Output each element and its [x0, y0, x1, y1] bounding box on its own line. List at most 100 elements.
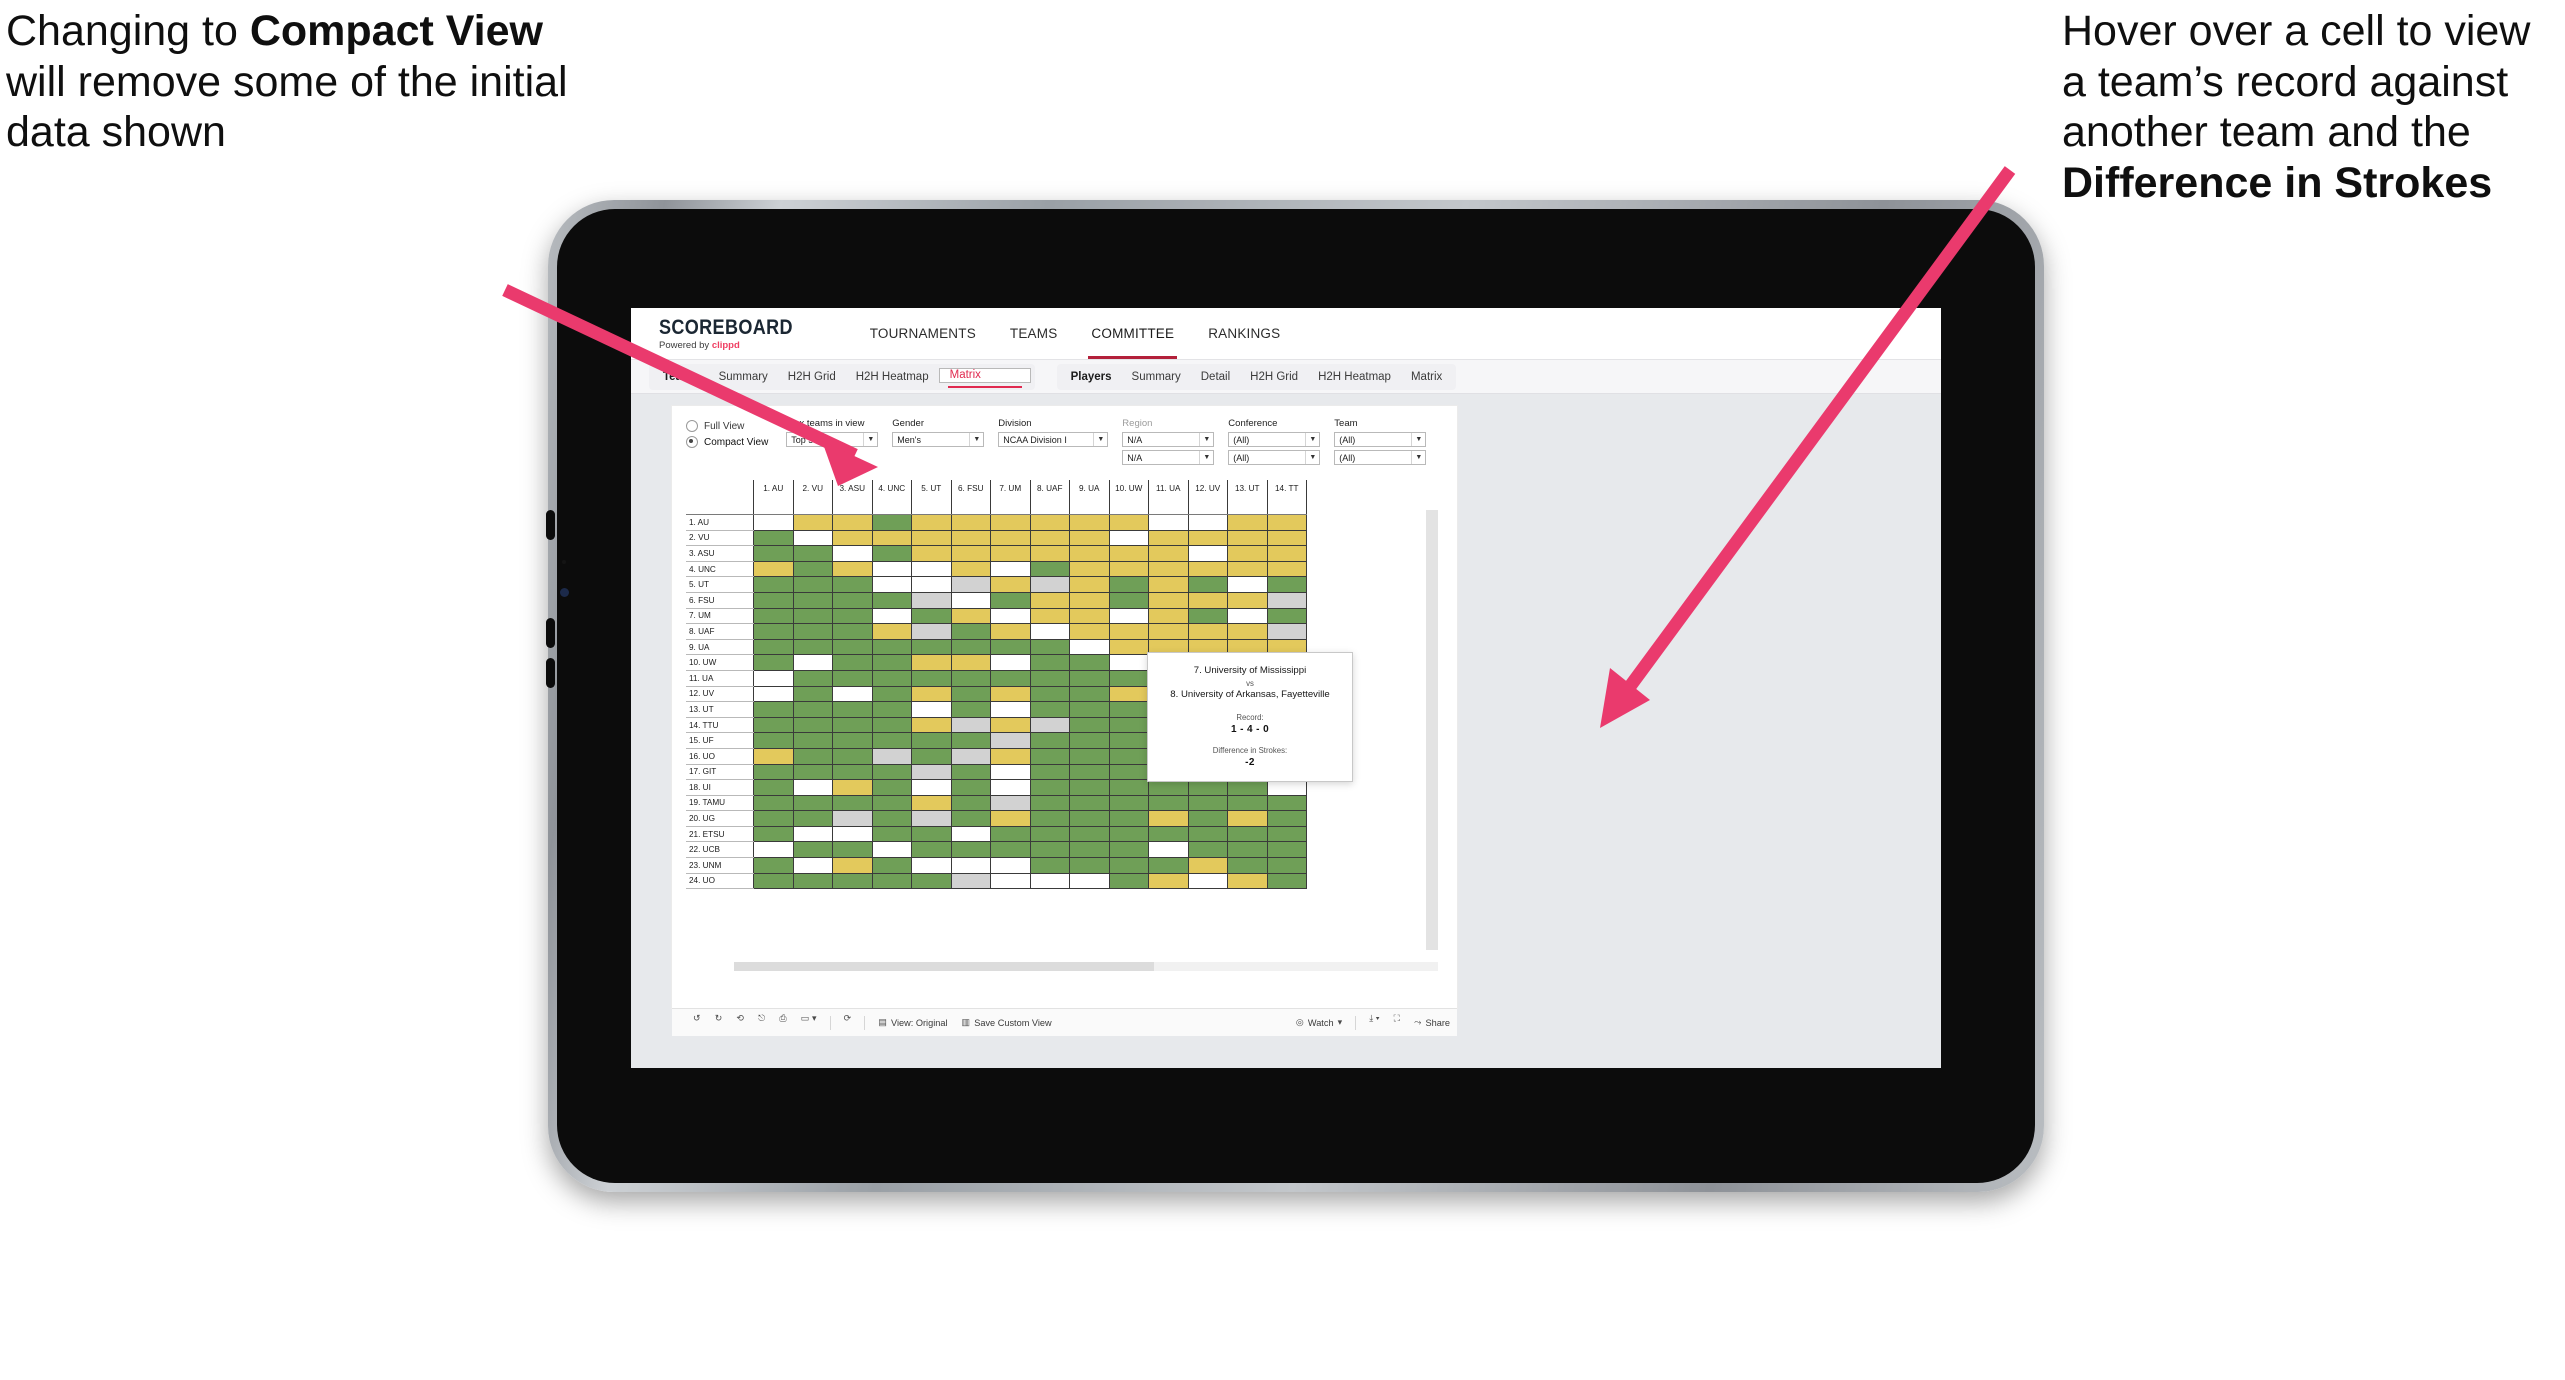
matrix-cell[interactable] — [832, 716, 873, 734]
matrix-col-header[interactable]: 10. UW — [1108, 480, 1149, 515]
matrix-cell[interactable] — [1069, 810, 1110, 827]
matrix-cell[interactable] — [1029, 560, 1070, 578]
matrix-row-header[interactable]: 3. ASU — [686, 545, 754, 562]
matrix-cell[interactable] — [990, 545, 1031, 562]
matrix-cell[interactable] — [753, 669, 794, 687]
matrix-cell[interactable] — [950, 825, 991, 843]
matrix-cell[interactable] — [832, 872, 873, 890]
matrix-cell[interactable] — [990, 794, 1031, 812]
subtab-players-detail[interactable]: Detail — [1191, 371, 1240, 383]
filter-conference-select-2[interactable]: (All) ▼ — [1228, 450, 1321, 465]
matrix-cell[interactable] — [1029, 701, 1070, 718]
matrix-cell[interactable] — [1069, 701, 1110, 718]
matrix-cell[interactable] — [990, 857, 1031, 874]
matrix-cell[interactable] — [950, 654, 991, 671]
subtab-teams-matrix[interactable]: Matrix — [938, 367, 1031, 388]
matrix-row-header[interactable]: 11. UA — [686, 670, 754, 687]
matrix-col-header[interactable]: 13. UT — [1227, 480, 1268, 515]
matrix-cell[interactable] — [1227, 810, 1268, 827]
matrix-cell[interactable] — [753, 794, 794, 812]
matrix-cell[interactable] — [753, 591, 794, 609]
matrix-cell[interactable] — [1029, 514, 1070, 531]
matrix-col-header[interactable]: 8. UAF — [1029, 480, 1070, 515]
matrix-row-header[interactable]: 18. UI — [686, 779, 754, 796]
matrix-cell[interactable] — [1069, 763, 1110, 781]
matrix-cell[interactable] — [1108, 638, 1149, 656]
matrix-cell[interactable] — [1029, 591, 1070, 609]
resume-icon[interactable]: ⎙ — [772, 1013, 793, 1033]
matrix-cell[interactable] — [1108, 669, 1149, 687]
matrix-cell[interactable] — [871, 701, 912, 718]
scrollbar-thumb[interactable] — [734, 962, 1154, 971]
matrix-cell[interactable] — [1266, 607, 1307, 625]
matrix-cell[interactable] — [1069, 841, 1110, 859]
app-logo[interactable]: SCOREBOARD Powered by clippd — [659, 317, 815, 351]
matrix-cell[interactable] — [832, 732, 873, 749]
tablet-button-mid[interactable] — [546, 618, 555, 648]
matrix-row-header[interactable]: 4. UNC — [686, 561, 754, 578]
matrix-cell[interactable] — [1227, 545, 1268, 562]
matrix-row-header[interactable]: 2. VU — [686, 530, 754, 547]
subtab-players-summary[interactable]: Summary — [1122, 371, 1191, 383]
matrix-cell[interactable] — [1266, 825, 1307, 843]
matrix-cell[interactable] — [950, 591, 991, 609]
matrix-col-header[interactable]: 4. UNC — [871, 480, 912, 515]
matrix-cell[interactable] — [871, 763, 912, 781]
refresh-icon[interactable]: ⟳ — [837, 1013, 859, 1033]
matrix-cell[interactable] — [1029, 763, 1070, 781]
matrix-cell[interactable] — [792, 872, 833, 890]
matrix-cell[interactable] — [832, 685, 873, 703]
matrix-cell[interactable] — [1108, 560, 1149, 578]
matrix-cell[interactable] — [832, 560, 873, 578]
matrix-cell[interactable] — [871, 560, 912, 578]
matrix-cell[interactable] — [1187, 545, 1228, 562]
matrix-cell[interactable] — [1266, 545, 1307, 562]
matrix-cell[interactable] — [1029, 857, 1070, 874]
view-original-button[interactable]: ▤ View: Original — [871, 1013, 954, 1033]
matrix-cell[interactable] — [911, 591, 952, 609]
matrix-cell[interactable] — [911, 841, 952, 859]
matrix-cell[interactable] — [950, 857, 991, 874]
matrix-cell[interactable] — [950, 716, 991, 734]
matrix-cell[interactable] — [871, 607, 912, 625]
filter-region-select-2[interactable]: N/A ▼ — [1122, 450, 1215, 465]
matrix-cell[interactable] — [753, 825, 794, 843]
matrix-cell[interactable] — [832, 841, 873, 859]
matrix-cell[interactable] — [1108, 591, 1149, 609]
matrix-cell[interactable] — [753, 654, 794, 671]
matrix-cell[interactable] — [1266, 529, 1307, 547]
matrix-cell[interactable] — [753, 607, 794, 625]
matrix-cell[interactable] — [990, 529, 1031, 547]
matrix-cell[interactable] — [792, 623, 833, 640]
matrix-cell[interactable] — [1227, 576, 1268, 593]
nav-teams[interactable]: TEAMS — [993, 308, 1075, 359]
matrix-cell[interactable] — [1148, 576, 1189, 593]
matrix-cell[interactable] — [753, 623, 794, 640]
matrix-cell[interactable] — [1266, 872, 1307, 890]
tablet-button-top[interactable] — [546, 510, 555, 540]
redo-icon[interactable]: ↻ — [708, 1013, 730, 1033]
matrix-cell[interactable] — [1227, 560, 1268, 578]
matrix-cell[interactable] — [1227, 529, 1268, 547]
matrix-cell[interactable] — [871, 654, 912, 671]
matrix-cell[interactable] — [1069, 794, 1110, 812]
matrix-cell[interactable] — [871, 545, 912, 562]
revert-icon[interactable]: ⟲ — [729, 1013, 751, 1033]
matrix-cell[interactable] — [990, 716, 1031, 734]
undo-icon[interactable]: ↺ — [686, 1013, 708, 1033]
matrix-cell[interactable] — [1108, 514, 1149, 531]
matrix-cell[interactable] — [990, 701, 1031, 718]
matrix-cell[interactable] — [1227, 591, 1268, 609]
matrix-cell[interactable] — [1029, 669, 1070, 687]
matrix-cell[interactable] — [990, 779, 1031, 796]
matrix-cell[interactable] — [911, 545, 952, 562]
matrix-cell[interactable] — [1148, 560, 1189, 578]
matrix-cell[interactable] — [792, 763, 833, 781]
matrix-cell[interactable] — [911, 560, 952, 578]
matrix-cell[interactable] — [1108, 623, 1149, 640]
matrix-cell[interactable] — [950, 794, 991, 812]
matrix-cell[interactable] — [990, 576, 1031, 593]
filter-max-teams-select[interactable]: Top 50 ▼ — [786, 432, 879, 447]
subtab-teams-h2h-heatmap[interactable]: H2H Heatmap — [846, 371, 939, 383]
matrix-cell[interactable] — [990, 872, 1031, 890]
